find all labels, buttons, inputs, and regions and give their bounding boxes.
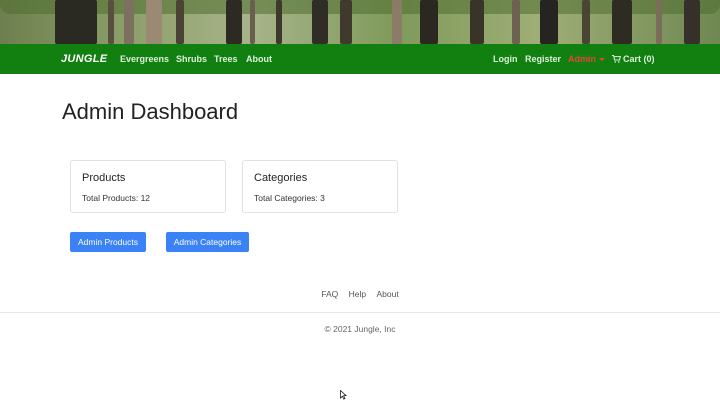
categories-card: Categories Total Categories: 3	[242, 160, 398, 213]
footer-link-about[interactable]: About	[377, 289, 399, 299]
footer-link-faq[interactable]: FAQ	[321, 289, 338, 299]
cart-label: Cart (0)	[623, 54, 655, 64]
cart-link[interactable]: Cart (0)	[612, 54, 655, 64]
products-card: Products Total Products: 12	[70, 160, 226, 213]
forest-banner-image	[0, 0, 720, 44]
footer-links: FAQ Help About	[0, 289, 720, 299]
categories-card-title: Categories	[254, 172, 308, 184]
mouse-cursor-icon	[340, 390, 347, 400]
footer-divider	[0, 312, 720, 313]
nav-link-evergreens[interactable]: Evergreens	[120, 54, 169, 64]
copyright-text: © 2021 Jungle, Inc	[324, 324, 396, 334]
nav-link-about[interactable]: About	[246, 54, 272, 64]
nav-link-trees[interactable]: Trees	[214, 54, 238, 64]
admin-categories-button[interactable]: Admin Categories	[166, 232, 249, 252]
nav-link-login[interactable]: Login	[493, 54, 518, 64]
admin-dropdown-label: Admin	[568, 54, 596, 64]
footer-link-help[interactable]: Help	[349, 289, 366, 299]
products-card-title: Products	[82, 172, 126, 184]
products-card-count: Total Products: 12	[82, 193, 151, 203]
page-title: Admin Dashboard	[62, 99, 239, 124]
brand-logo[interactable]: JUNGLE	[61, 53, 107, 65]
admin-products-button[interactable]: Admin Products	[70, 232, 146, 252]
nav-link-shrubs[interactable]: Shrubs	[176, 54, 207, 64]
admin-dropdown[interactable]: Admin	[568, 54, 605, 64]
navbar: JUNGLE Evergreens Shrubs Trees About Log…	[0, 44, 720, 74]
categories-card-count: Total Categories: 3	[254, 193, 325, 203]
chevron-down-icon	[599, 58, 605, 62]
nav-link-register[interactable]: Register	[525, 54, 561, 64]
shopping-cart-icon	[612, 55, 621, 63]
